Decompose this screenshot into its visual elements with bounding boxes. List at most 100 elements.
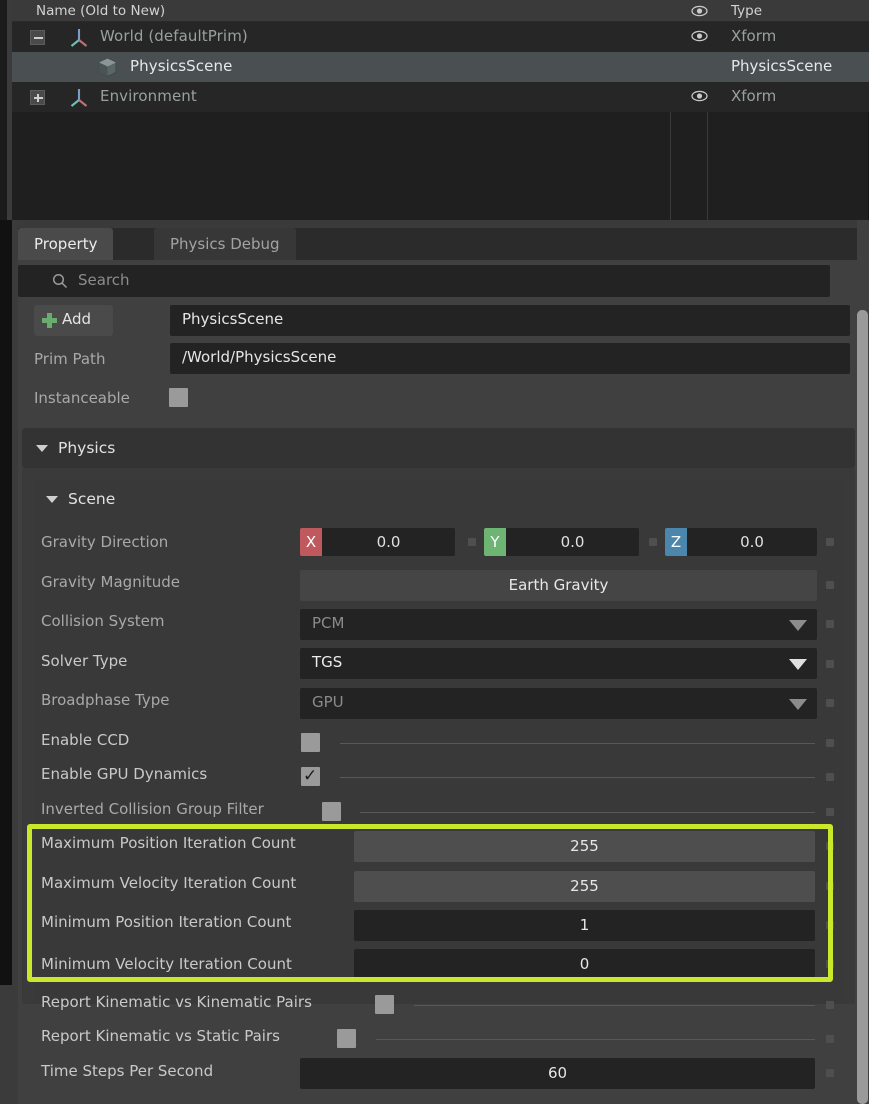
axis-badge-z: Z <box>665 528 687 556</box>
min-position-iteration-count-indicator[interactable] <box>826 921 834 929</box>
application-window: Name (Old to New) Type World (defaultPri… <box>0 0 869 1104</box>
instanceable-checkbox[interactable] <box>169 388 188 407</box>
min-position-iteration-count-field[interactable]: 1 <box>354 910 815 941</box>
time-steps-per-second-indicator[interactable] <box>826 1069 834 1077</box>
column-header-name[interactable]: Name (Old to New) <box>36 3 165 19</box>
max-position-iteration-count-label: Maximum Position Iteration Count <box>41 834 296 852</box>
inverted-collision-group-filter-checkbox[interactable] <box>322 802 341 821</box>
gravity-direction-y[interactable]: Y 0.0 <box>484 528 639 556</box>
report-kinematic-vs-kinematic-checkbox[interactable] <box>375 995 394 1014</box>
xform-axis-icon <box>68 86 90 108</box>
inverted-collision-group-filter-indicator[interactable] <box>826 808 834 816</box>
tab-physics-debug[interactable]: Physics Debug <box>154 228 296 260</box>
max-position-iteration-count-indicator[interactable] <box>826 842 834 850</box>
tree-row-type: Xform <box>731 27 777 45</box>
report-kinematic-vs-kinematic-label: Report Kinematic vs Kinematic Pairs <box>41 993 312 1011</box>
tree-row[interactable]: PhysicsScene PhysicsScene <box>12 52 869 82</box>
eye-icon[interactable] <box>691 88 708 104</box>
report-kinematic-vs-static-label: Report Kinematic vs Static Pairs <box>41 1027 280 1045</box>
eye-icon[interactable] <box>691 28 708 44</box>
gravity-direction-label: Gravity Direction <box>41 533 169 551</box>
tree-row-label[interactable]: PhysicsScene <box>130 57 232 75</box>
gravity-magnitude-field[interactable]: Earth Gravity <box>300 570 817 601</box>
gravity-direction-indicator[interactable] <box>826 538 834 546</box>
collision-system-label: Collision System <box>41 612 165 630</box>
tree-row[interactable]: World (defaultPrim) Xform <box>12 22 869 52</box>
enable-gpu-dynamics-label: Enable GPU Dynamics <box>41 765 208 783</box>
tree-row-label[interactable]: Environment <box>100 87 197 105</box>
search-input[interactable]: Search <box>18 265 830 297</box>
tree-row-type: Xform <box>731 87 777 105</box>
chevron-down-icon <box>789 699 807 710</box>
min-velocity-iteration-count-field[interactable]: 0 <box>354 949 815 980</box>
min-velocity-iteration-count-indicator[interactable] <box>826 960 834 968</box>
max-velocity-iteration-count-field[interactable]: 255 <box>354 871 815 902</box>
report-kinematic-vs-kinematic-connector <box>414 1005 815 1006</box>
solver-type-value: TGS <box>312 653 343 671</box>
gravity-direction-z-value[interactable]: 0.0 <box>687 528 817 556</box>
prim-path-label: Prim Path <box>34 350 106 368</box>
enable-ccd-label: Enable CCD <box>41 731 130 749</box>
report-kinematic-vs-static-checkbox[interactable] <box>337 1029 356 1048</box>
report-kinematic-vs-static-indicator[interactable] <box>826 1035 834 1043</box>
prim-name-field[interactable]: PhysicsScene <box>170 305 850 336</box>
gravity-magnitude-label: Gravity Magnitude <box>41 573 181 591</box>
tree-row[interactable]: Environment Xform <box>12 82 869 112</box>
max-position-iteration-count-field[interactable]: 255 <box>354 831 815 862</box>
search-placeholder: Search <box>78 271 130 289</box>
gravity-direction-x[interactable]: X 0.0 <box>300 528 455 556</box>
solver-type-indicator[interactable] <box>826 660 834 668</box>
eye-icon <box>691 3 708 19</box>
chevron-down-icon[interactable] <box>36 445 48 452</box>
group-scene[interactable]: Scene <box>34 479 844 519</box>
enable-ccd-indicator[interactable] <box>826 739 834 747</box>
gravity-direction-y-value[interactable]: 0.0 <box>506 528 639 556</box>
instanceable-label: Instanceable <box>34 389 130 407</box>
enable-gpu-dynamics-connector <box>340 777 815 778</box>
gravity-direction-x-value[interactable]: 0.0 <box>322 528 455 556</box>
gravity-direction-x-indicator[interactable] <box>468 538 476 546</box>
check-icon: ✓ <box>303 766 318 786</box>
time-steps-per-second-label: Time Steps Per Second <box>41 1062 214 1080</box>
collision-system-indicator[interactable] <box>826 620 834 628</box>
column-header-type[interactable]: Type <box>731 3 762 19</box>
prim-path-value: /World/PhysicsScene <box>182 348 337 366</box>
vertical-scrollbar-track[interactable] <box>857 220 869 1104</box>
time-steps-per-second-field[interactable]: 60 <box>300 1058 815 1089</box>
solver-type-label: Solver Type <box>41 652 128 670</box>
collision-system-value: PCM <box>312 614 345 632</box>
add-button-label: Add <box>62 310 92 328</box>
enable-gpu-dynamics-checkbox[interactable]: ✓ <box>301 767 320 786</box>
search-icon <box>52 273 68 289</box>
axis-badge-x: X <box>300 528 322 556</box>
report-kinematic-vs-kinematic-indicator[interactable] <box>826 1001 834 1009</box>
add-button[interactable]: Add <box>34 305 113 336</box>
vertical-scrollbar-thumb[interactable] <box>857 310 868 1104</box>
gravity-magnitude-indicator[interactable] <box>826 581 834 589</box>
tree-row-label[interactable]: World (defaultPrim) <box>100 27 248 45</box>
broadphase-type-value: GPU <box>312 693 344 711</box>
panel-left-gutter <box>0 220 12 985</box>
max-velocity-iteration-count-label: Maximum Velocity Iteration Count <box>41 874 297 892</box>
solver-type-dropdown[interactable]: TGS <box>300 648 817 679</box>
prim-name-value: PhysicsScene <box>182 310 284 328</box>
collision-system-dropdown[interactable]: PCM <box>300 609 817 640</box>
panel-left-gutter-lower <box>0 985 12 1104</box>
axis-badge-y: Y <box>484 528 506 556</box>
expander-expand-icon[interactable] <box>30 90 45 105</box>
gravity-direction-y-indicator[interactable] <box>649 538 657 546</box>
chevron-down-icon[interactable] <box>46 496 58 503</box>
expander-collapse-icon[interactable] <box>30 30 45 45</box>
group-physics[interactable]: Physics <box>22 428 855 468</box>
prim-path-field[interactable]: /World/PhysicsScene <box>170 343 850 374</box>
broadphase-type-dropdown[interactable]: GPU <box>300 688 817 719</box>
enable-ccd-checkbox[interactable] <box>301 733 320 752</box>
inverted-collision-group-filter-label: Inverted Collision Group Filter <box>41 800 264 818</box>
broadphase-type-indicator[interactable] <box>826 699 834 707</box>
group-physics-title: Physics <box>58 439 116 457</box>
enable-gpu-dynamics-indicator[interactable] <box>826 773 834 781</box>
min-velocity-iteration-count-label: Minimum Velocity Iteration Count <box>41 955 292 973</box>
gravity-direction-z[interactable]: Z 0.0 <box>665 528 817 556</box>
tab-property[interactable]: Property <box>18 228 114 260</box>
max-velocity-iteration-count-indicator[interactable] <box>826 882 834 890</box>
